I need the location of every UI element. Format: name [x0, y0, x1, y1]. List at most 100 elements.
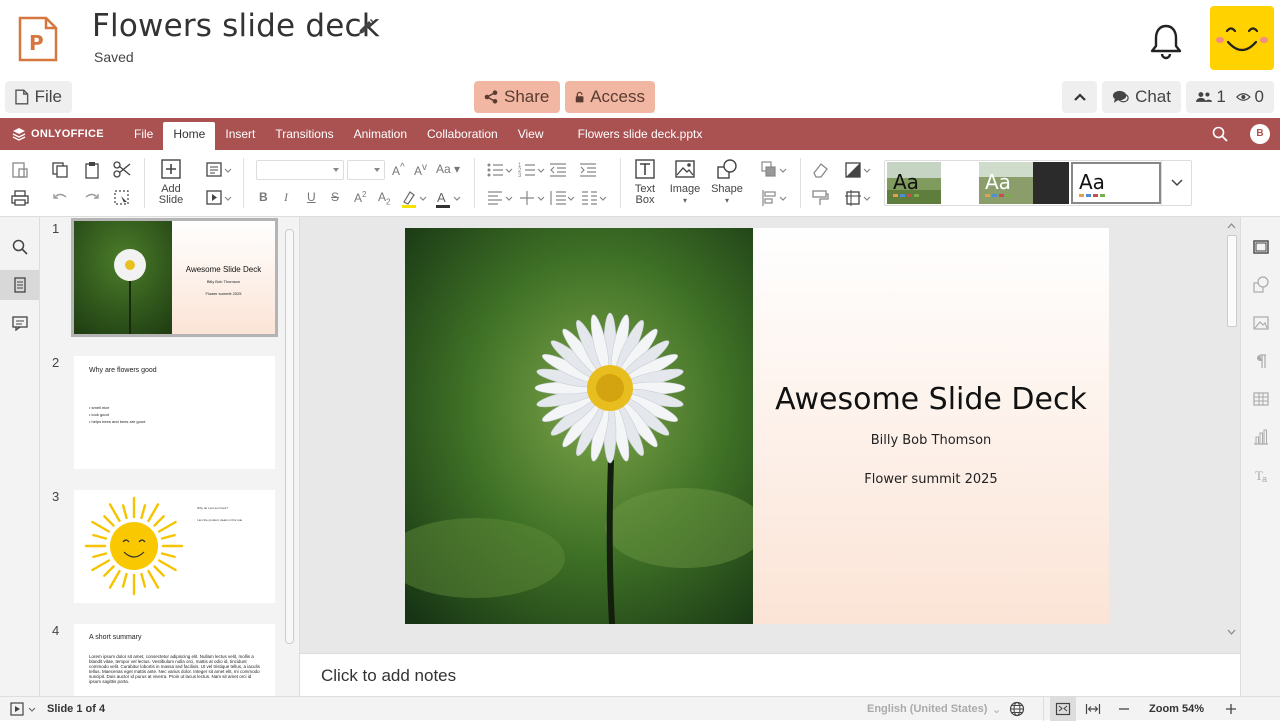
- color-scheme-icon[interactable]: [844, 160, 872, 180]
- theme-option-2[interactable]: Aa: [979, 162, 1069, 204]
- print-icon[interactable]: [10, 188, 30, 208]
- search-panel-button[interactable]: [0, 232, 39, 262]
- svg-text:3: 3: [518, 173, 522, 179]
- paste-special-icon[interactable]: [10, 160, 30, 180]
- superscript-icon[interactable]: A2: [354, 190, 366, 205]
- font-family-select[interactable]: [256, 160, 344, 180]
- thumb-2-title: Why are flowers good: [89, 367, 157, 374]
- chevron-up-icon: [1073, 93, 1086, 101]
- scroll-down-icon[interactable]: [1226, 627, 1237, 637]
- collapse-header-button[interactable]: [1062, 81, 1097, 113]
- numbering-icon[interactable]: 123: [518, 160, 546, 180]
- slide-thumbnail-1[interactable]: Awesome Slide Deck Billy Bob Thomson Flo…: [71, 218, 278, 337]
- comments-panel-button[interactable]: [0, 308, 39, 338]
- increase-font-icon[interactable]: A^: [392, 162, 405, 178]
- user-avatar-small[interactable]: B: [1250, 124, 1270, 144]
- slide-settings-icon[interactable]: [1251, 237, 1271, 257]
- slide-event[interactable]: Flower summit 2025: [753, 472, 1109, 487]
- user-avatar[interactable]: [1210, 6, 1274, 70]
- highlight-color-icon[interactable]: [400, 188, 428, 208]
- scroll-up-icon[interactable]: [1226, 221, 1237, 231]
- text-art-settings-icon[interactable]: Ta: [1251, 465, 1271, 485]
- search-icon[interactable]: [1212, 126, 1228, 142]
- arrange-icon[interactable]: [760, 160, 788, 180]
- increase-indent-icon[interactable]: [578, 160, 598, 180]
- more-themes-button[interactable]: [1161, 161, 1191, 205]
- undo-icon[interactable]: [50, 188, 70, 208]
- image-icon: [675, 160, 695, 178]
- current-slide[interactable]: Awesome Slide Deck Billy Bob Thomson Flo…: [405, 228, 1109, 624]
- subscript-icon[interactable]: A2: [378, 190, 390, 206]
- bold-icon[interactable]: B: [259, 190, 268, 204]
- chat-icon: [1112, 90, 1129, 103]
- add-slide-button[interactable]: Add Slide: [152, 158, 190, 206]
- slide-thumbnail-3[interactable]: Why do I put sun here? I am the product,…: [74, 490, 275, 603]
- thumb-1-event: Flower summit 2025: [205, 291, 242, 296]
- zoom-out-icon[interactable]: [1117, 701, 1131, 717]
- underline-icon[interactable]: U: [307, 190, 316, 204]
- users-button[interactable]: 1 0: [1186, 81, 1274, 113]
- zoom-in-icon[interactable]: [1224, 701, 1238, 717]
- decrease-indent-icon[interactable]: [548, 160, 568, 180]
- theme-option-1[interactable]: Aa: [887, 162, 977, 204]
- text-box-button[interactable]: Text Box: [628, 158, 662, 206]
- fit-slide-button[interactable]: [1050, 697, 1076, 721]
- line-spacing-icon[interactable]: [548, 188, 576, 208]
- chart-settings-icon[interactable]: [1251, 427, 1271, 447]
- clear-style-icon[interactable]: [810, 160, 830, 180]
- slide-size-icon[interactable]: [844, 188, 872, 208]
- shape-settings-icon[interactable]: [1251, 275, 1271, 295]
- bullets-icon[interactable]: [486, 160, 514, 180]
- chat-button[interactable]: Chat: [1102, 81, 1181, 113]
- slide-title[interactable]: Awesome Slide Deck: [753, 382, 1109, 417]
- bell-icon[interactable]: [1148, 22, 1184, 60]
- scrollbar-thumb[interactable]: [1227, 235, 1237, 327]
- align-left-icon[interactable]: [486, 188, 514, 208]
- italic-icon[interactable]: I: [284, 190, 288, 205]
- thumbnails-scrollbar[interactable]: [285, 229, 294, 644]
- image-settings-icon[interactable]: [1251, 313, 1271, 333]
- decrease-font-icon[interactable]: Av: [414, 162, 427, 178]
- slide-thumbnail-2[interactable]: Why are flowers good • smell nice • look…: [74, 356, 275, 469]
- font-size-select[interactable]: [347, 160, 385, 180]
- font-color-icon[interactable]: A: [434, 188, 462, 208]
- shape-button[interactable]: Shape ▾: [708, 158, 746, 206]
- cut-icon[interactable]: [112, 160, 132, 180]
- canvas-scrollbar[interactable]: [1226, 221, 1237, 637]
- share-button[interactable]: Share: [474, 81, 560, 113]
- toolbar-separator: [474, 158, 475, 208]
- daisy-photo[interactable]: [405, 228, 753, 624]
- file-button[interactable]: File: [5, 81, 72, 113]
- slides-panel-button[interactable]: [0, 270, 39, 300]
- paste-icon[interactable]: [82, 160, 102, 180]
- slide-thumbnail-4[interactable]: A short summary Lorem ipsum dolor sit am…: [74, 624, 275, 696]
- vertical-align-icon[interactable]: [518, 188, 546, 208]
- slide-editor-canvas[interactable]: Awesome Slide Deck Billy Bob Thomson Flo…: [300, 217, 1240, 653]
- paragraph-settings-icon[interactable]: [1251, 351, 1271, 371]
- copy-style-icon[interactable]: [810, 188, 830, 208]
- change-case-icon[interactable]: Aa ▾: [436, 162, 460, 176]
- document-title[interactable]: Flowers slide deck: [92, 8, 380, 44]
- language-select[interactable]: English (United States): [867, 703, 987, 715]
- redo-icon[interactable]: [82, 188, 102, 208]
- strikethrough-icon[interactable]: S: [331, 190, 339, 204]
- globe-icon[interactable]: [1009, 701, 1025, 717]
- start-slideshow-icon[interactable]: [10, 702, 38, 716]
- notes-area[interactable]: Click to add notes: [300, 653, 1240, 696]
- copy-icon[interactable]: [50, 160, 70, 180]
- slide-author[interactable]: Billy Bob Thomson: [753, 433, 1109, 448]
- thumb-3-line-2: I am the product, deals in this role: [197, 518, 243, 522]
- columns-icon[interactable]: [580, 188, 608, 208]
- select-all-icon[interactable]: [112, 188, 132, 208]
- image-button[interactable]: Image ▾: [667, 158, 703, 206]
- change-layout-icon[interactable]: [205, 160, 233, 180]
- align-shape-icon[interactable]: [760, 188, 788, 208]
- fit-width-icon[interactable]: [1085, 701, 1101, 717]
- theme-option-3[interactable]: Aa: [1071, 162, 1161, 204]
- access-button[interactable]: Access: [565, 81, 655, 113]
- table-settings-icon[interactable]: [1251, 389, 1271, 409]
- slideshow-icon[interactable]: [205, 188, 233, 208]
- notes-placeholder: Click to add notes: [321, 666, 457, 685]
- toolbar-separator: [144, 158, 145, 208]
- pencil-icon[interactable]: [356, 17, 376, 37]
